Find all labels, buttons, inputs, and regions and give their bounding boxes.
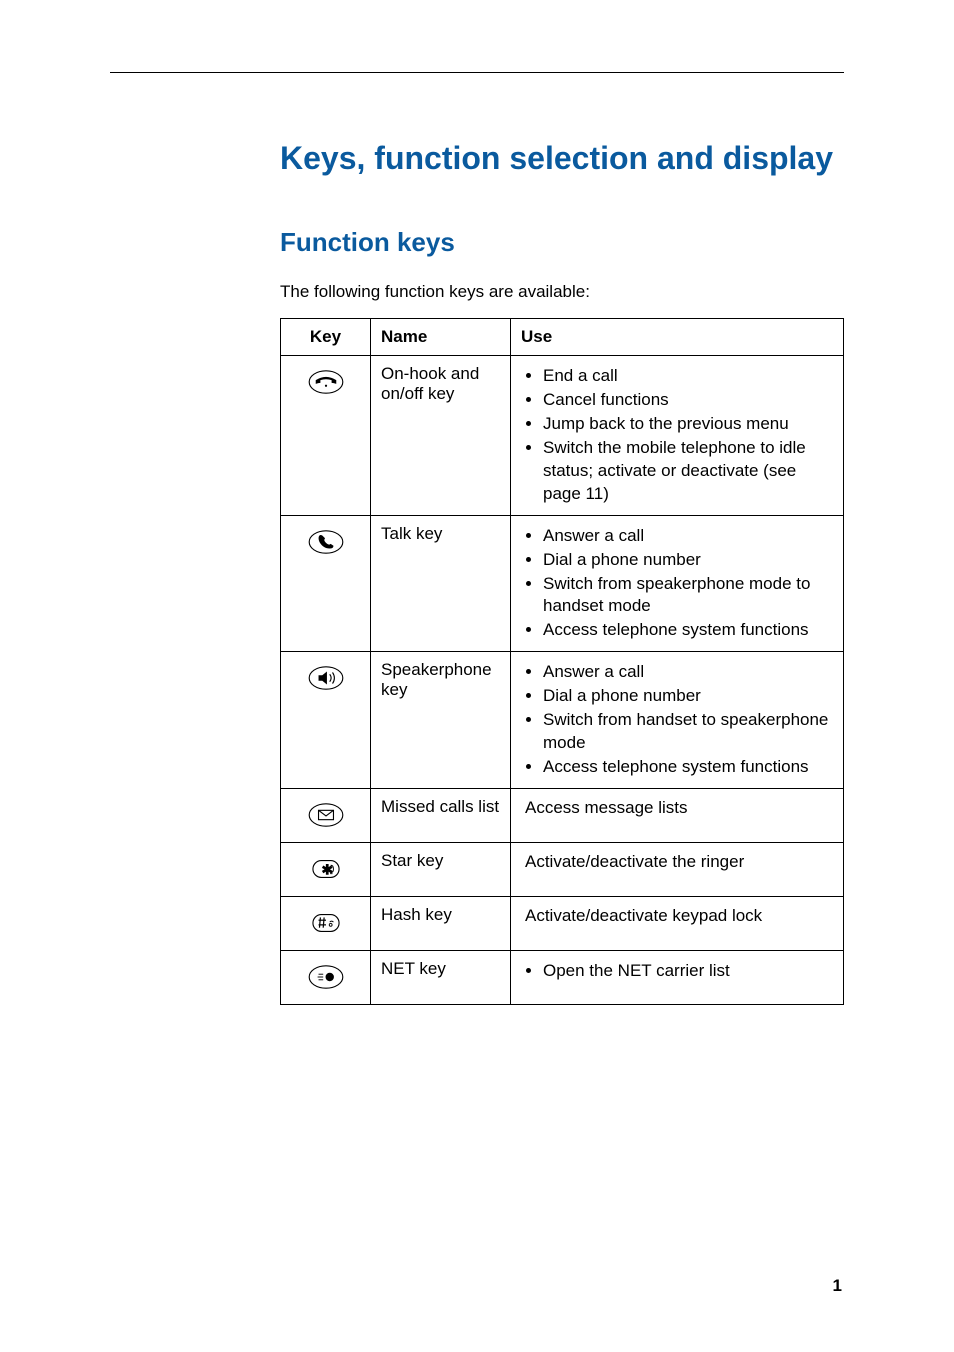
key-cell: [281, 515, 371, 652]
key-cell: [281, 951, 371, 1005]
key-cell: ✱: [281, 843, 371, 897]
page-title: Keys, function selection and display: [280, 140, 844, 177]
on-hook-icon: [307, 368, 345, 396]
key-cell: [281, 652, 371, 789]
page-content: Keys, function selection and display Fun…: [280, 140, 844, 1005]
name-cell: Missed calls list: [371, 789, 511, 843]
key-cell: [281, 789, 371, 843]
use-item: Activate/deactivate keypad lock: [521, 905, 833, 928]
use-cell: Activate/deactivate keypad lock: [511, 897, 844, 951]
th-use: Use: [511, 319, 844, 356]
th-key: Key: [281, 319, 371, 356]
name-cell: On-hook and on/off key: [371, 356, 511, 516]
use-item: Access telephone system functions: [543, 619, 833, 642]
th-name: Name: [371, 319, 511, 356]
use-item: Switch from handset to speakerphone mode: [543, 709, 833, 755]
use-item: Answer a call: [543, 525, 833, 548]
use-cell: Activate/deactivate the ringer: [511, 843, 844, 897]
top-rule: [110, 72, 844, 73]
star-icon: ✱: [307, 855, 345, 883]
use-item: Dial a phone number: [543, 685, 833, 708]
net-icon: [307, 963, 345, 991]
table-row: NET key Open the NET carrier list: [281, 951, 844, 1005]
page-number: 1: [833, 1276, 842, 1296]
name-cell: Star key: [371, 843, 511, 897]
use-item: Switch from speakerphone mode to handset…: [543, 573, 833, 619]
use-item: Switch the mobile telephone to idle stat…: [543, 437, 833, 506]
use-item: Access telephone system functions: [543, 756, 833, 779]
speaker-icon: [307, 664, 345, 692]
use-cell: End a call Cancel functions Jump back to…: [511, 356, 844, 516]
table-row: Talk key Answer a call Dial a phone numb…: [281, 515, 844, 652]
use-item: Answer a call: [543, 661, 833, 684]
table-row: On-hook and on/off key End a call Cancel…: [281, 356, 844, 516]
name-cell: Speakerphone key: [371, 652, 511, 789]
svg-text:✱: ✱: [321, 862, 333, 878]
use-item: Cancel functions: [543, 389, 833, 412]
function-keys-table: Key Name Use On-hook and on/off key End: [280, 318, 844, 1005]
use-item: Jump back to the previous menu: [543, 413, 833, 436]
use-cell: Access message lists: [511, 789, 844, 843]
use-cell: Answer a call Dial a phone number Switch…: [511, 652, 844, 789]
key-cell: [281, 897, 371, 951]
table-row: Speakerphone key Answer a call Dial a ph…: [281, 652, 844, 789]
key-cell: [281, 356, 371, 516]
intro-text: The following function keys are availabl…: [280, 282, 844, 302]
use-item: Dial a phone number: [543, 549, 833, 572]
use-item: End a call: [543, 365, 833, 388]
use-cell: Answer a call Dial a phone number Switch…: [511, 515, 844, 652]
use-item: Activate/deactivate the ringer: [521, 851, 833, 874]
use-item: Open the NET carrier list: [543, 960, 833, 983]
use-item: Access message lists: [521, 797, 833, 820]
name-cell: Talk key: [371, 515, 511, 652]
missed-calls-icon: [307, 801, 345, 829]
name-cell: Hash key: [371, 897, 511, 951]
hash-icon: [307, 909, 345, 937]
table-row: ✱ Star key Activate/deactivate the ringe…: [281, 843, 844, 897]
talk-icon: [307, 528, 345, 556]
section-title: Function keys: [280, 227, 844, 258]
table-row: Missed calls list Access message lists: [281, 789, 844, 843]
use-cell: Open the NET carrier list: [511, 951, 844, 1005]
table-row: Hash key Activate/deactivate keypad lock: [281, 897, 844, 951]
name-cell: NET key: [371, 951, 511, 1005]
